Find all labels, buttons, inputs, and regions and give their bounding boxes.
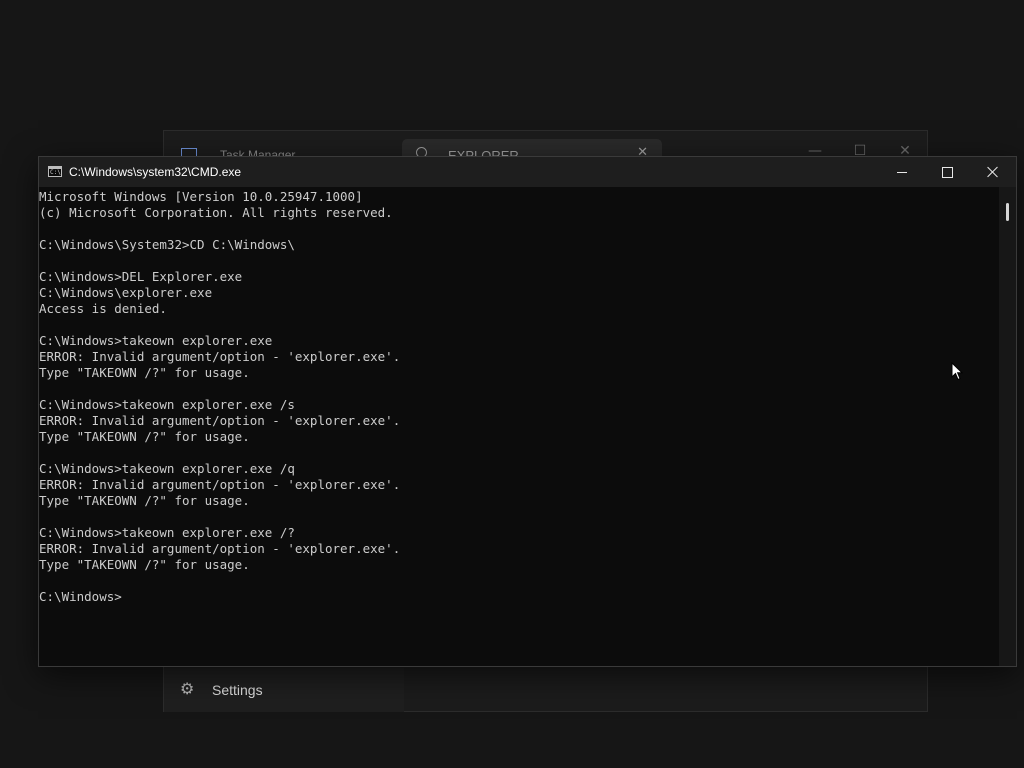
console-line: ERROR: Invalid argument/option - 'explor… <box>39 349 401 364</box>
console-line: ERROR: Invalid argument/option - 'explor… <box>39 541 401 556</box>
settings-label: Settings <box>212 682 263 698</box>
console-scrollbar[interactable] <box>999 187 1016 666</box>
desktop: Task Manager EXPLORER ✕ — ☐ ✕ ⚙ Settings… <box>0 0 1024 768</box>
task-manager-settings-item[interactable]: ⚙ Settings <box>164 668 404 712</box>
console-line: C:\Windows>takeown explorer.exe <box>39 333 273 348</box>
scrollbar-thumb[interactable] <box>1006 203 1009 221</box>
cmd-window[interactable]: C:\ C:\Windows\system32\CMD.exe Microsof… <box>38 156 1017 667</box>
console-line: ERROR: Invalid argument/option - 'explor… <box>39 413 401 428</box>
cmd-icon-glyph: C:\ <box>50 169 61 176</box>
console-line: Type "TAKEOWN /?" for usage. <box>39 365 250 380</box>
minimize-icon <box>897 171 907 173</box>
console-line: Access is denied. <box>39 301 167 316</box>
cmd-app-icon: C:\ <box>48 166 62 177</box>
console-line: ERROR: Invalid argument/option - 'explor… <box>39 477 401 492</box>
console-line: C:\Windows>takeown explorer.exe /q <box>39 461 295 476</box>
console-line: Type "TAKEOWN /?" for usage. <box>39 493 250 508</box>
console-line: C:\Windows>takeown explorer.exe /s <box>39 397 295 412</box>
cmd-maximize-button[interactable] <box>924 157 970 187</box>
console-line: Type "TAKEOWN /?" for usage. <box>39 557 250 572</box>
console-line: C:\Windows>takeown explorer.exe /? <box>39 525 295 540</box>
console-line: Type "TAKEOWN /?" for usage. <box>39 429 250 444</box>
console-line: (c) Microsoft Corporation. All rights re… <box>39 205 393 220</box>
console-line: Microsoft Windows [Version 10.0.25947.10… <box>39 189 363 204</box>
console-line: C:\Windows> <box>39 589 122 604</box>
console-line: C:\Windows\explorer.exe <box>39 285 213 300</box>
cmd-window-title: C:\Windows\system32\CMD.exe <box>69 165 242 179</box>
cmd-titlebar[interactable]: C:\ C:\Windows\system32\CMD.exe <box>39 157 1016 187</box>
console-output[interactable]: Microsoft Windows [Version 10.0.25947.10… <box>39 187 1001 666</box>
cmd-minimize-button[interactable] <box>879 157 925 187</box>
gear-icon: ⚙ <box>180 679 195 698</box>
console-line: C:\Windows\System32>CD C:\Windows\ <box>39 237 295 252</box>
cmd-close-button[interactable] <box>970 157 1016 187</box>
maximize-icon <box>941 166 953 178</box>
console-line: C:\Windows>DEL Explorer.exe <box>39 269 243 284</box>
close-icon <box>987 166 999 178</box>
